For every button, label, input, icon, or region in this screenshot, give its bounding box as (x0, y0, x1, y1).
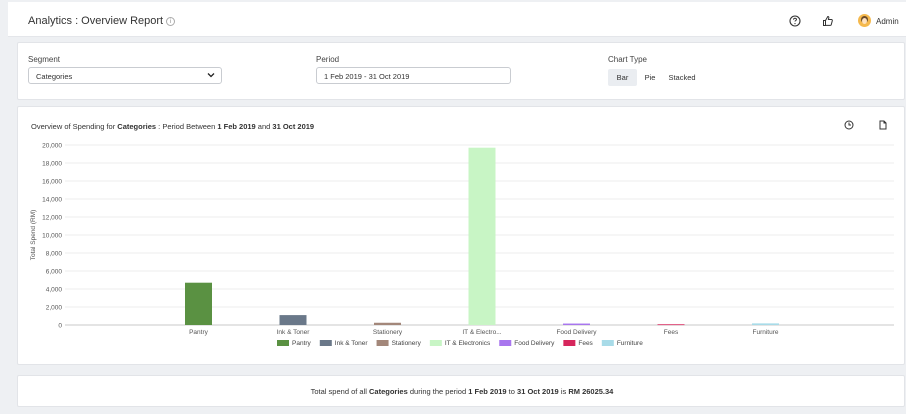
summary-t3: to (506, 387, 518, 396)
y-tick-label: 10,000 (42, 232, 62, 239)
x-tick-label: Food Delivery (556, 329, 597, 336)
x-tick-label: Ink & Toner (277, 329, 311, 336)
legend-swatch (376, 340, 389, 346)
filter-panel: Segment Categories Period 1 Feb 2019 - 3… (17, 42, 905, 100)
bar (185, 282, 212, 325)
bar (752, 323, 779, 325)
y-axis-label: Total Spend (RM) (30, 210, 37, 261)
legend-swatch (601, 340, 614, 346)
thumbs-up-icon[interactable] (822, 15, 834, 27)
legend-swatch (429, 340, 442, 346)
legend-label: IT & Electronics (445, 340, 491, 347)
legend-label: Food Delivery (514, 340, 555, 347)
bar (468, 147, 496, 325)
y-tick-label: 4,000 (46, 286, 63, 293)
x-tick-label: Pantry (189, 329, 209, 336)
period-label: Period (316, 55, 340, 64)
y-tick-label: 18,000 (42, 160, 62, 167)
help-icon[interactable] (789, 15, 801, 27)
summary-t4: is (558, 387, 569, 396)
legend-swatch (319, 340, 332, 346)
legend-label: Pantry (292, 340, 312, 347)
legend-swatch (277, 340, 289, 346)
y-tick-label: 14,000 (42, 196, 62, 203)
y-tick-label: 2,000 (46, 304, 63, 311)
y-tick-label: 6,000 (46, 268, 63, 275)
y-tick-label: 16,000 (42, 178, 62, 185)
legend-swatch (563, 340, 576, 346)
legend-label: Furniture (617, 340, 643, 347)
tab-pie[interactable]: Pie (640, 69, 660, 86)
bar (279, 315, 307, 325)
summary-text: Total spend of all Categories during the… (18, 387, 906, 396)
top-header: Analytics : Overview Report i Admin (8, 2, 906, 37)
legend-label: Stationery (392, 340, 422, 347)
summary-start: 1 Feb 2019 (468, 387, 507, 396)
bar (563, 323, 590, 325)
x-tick-label: Stationery (373, 329, 403, 336)
tab-stacked[interactable]: Stacked (666, 69, 698, 86)
tab-bar[interactable]: Bar (608, 69, 637, 86)
chart-panel: Overview of Spending for Categories : Pe… (17, 106, 905, 365)
page-title: Analytics : Overview Report i (28, 15, 176, 27)
summary-segment: Categories (369, 387, 408, 396)
chevron-down-icon (207, 73, 215, 78)
x-tick-label: IT & Electro... (462, 329, 501, 336)
legend-swatch (499, 340, 512, 346)
summary-total: RM 26025.34 (568, 387, 614, 396)
avatar[interactable] (858, 14, 871, 27)
summary-t2: during the period (407, 387, 469, 396)
y-tick-label: 20,000 (42, 142, 62, 149)
period-input[interactable]: 1 Feb 2019 - 31 Oct 2019 (316, 67, 511, 84)
summary-panel: Total spend of all Categories during the… (17, 375, 905, 407)
bar-chart: 0 2,000 4,000 6,000 8,000 10,000 12,000 14,000 1… (30, 142, 894, 347)
y-tick-label: 8,000 (46, 250, 63, 257)
chart-type-label: Chart Type (608, 55, 647, 64)
x-tick-label: Furniture (752, 329, 778, 336)
segment-select[interactable]: Categories (28, 67, 222, 84)
bar (374, 322, 401, 325)
page-title-text: Analytics : Overview Report (28, 15, 164, 27)
legend-label: Fees (578, 340, 593, 347)
info-icon[interactable]: i (166, 17, 176, 26)
summary-end: 31 Oct 2019 (517, 387, 559, 396)
bar (657, 324, 685, 326)
user-name[interactable]: Admin (876, 17, 899, 26)
y-tick-label: 12,000 (42, 214, 62, 221)
segment-select-value: Categories (36, 72, 73, 81)
y-tick-label: 0 (58, 322, 62, 329)
legend-label: Ink & Toner (335, 340, 369, 347)
x-tick-label: Fees (664, 329, 679, 336)
summary-t1: Total spend of all (310, 387, 369, 396)
segment-label: Segment (28, 55, 61, 64)
